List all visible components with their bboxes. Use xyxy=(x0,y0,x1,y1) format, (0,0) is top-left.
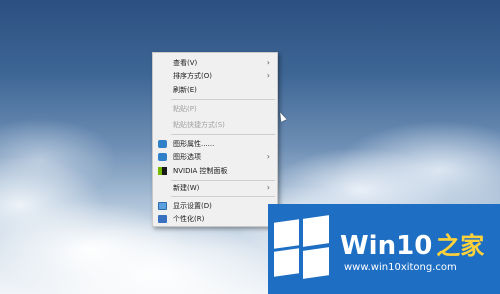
menu-item-label: 排序方式(O) xyxy=(173,72,212,80)
intel-graphics-icon xyxy=(158,153,167,161)
intel-graphics-icon xyxy=(158,140,167,148)
menu-item-label: 个性化(R) xyxy=(173,215,205,223)
menu-item-label: 刷新(E) xyxy=(173,86,197,94)
menu-item-label: 粘贴(P) xyxy=(173,105,197,113)
chevron-right-icon: › xyxy=(266,183,270,192)
menu-separator xyxy=(171,180,275,181)
menu-separator xyxy=(171,99,275,100)
nvidia-icon xyxy=(158,167,167,175)
chevron-right-icon: › xyxy=(266,58,270,67)
menu-separator xyxy=(171,196,275,197)
menu-item-label: 图形选项 xyxy=(173,153,201,161)
menu-item-graphics-properties[interactable]: 图形属性...... xyxy=(153,138,277,150)
menu-item-label: 新建(W) xyxy=(173,184,200,192)
watermark-url: www.win10xitong.com xyxy=(344,262,457,273)
menu-item-graphics-options[interactable]: 图形选项 › xyxy=(153,151,277,163)
desktop-background[interactable]: 查看(V) › 排序方式(O) › 刷新(E) 粘贴(P) 粘贴快捷方式(S) … xyxy=(0,0,500,294)
windows-logo-icon xyxy=(274,215,329,279)
menu-item-new[interactable]: 新建(W) › xyxy=(153,182,277,194)
menu-item-paste-shortcut[interactable]: 粘贴快捷方式(S) xyxy=(153,119,277,131)
menu-item-refresh[interactable]: 刷新(E) xyxy=(153,84,277,96)
menu-item-display-settings[interactable]: 显示设置(D) xyxy=(153,200,277,212)
menu-item-label: 粘贴快捷方式(S) xyxy=(173,121,225,129)
mouse-cursor-icon xyxy=(277,111,287,122)
menu-item-paste[interactable]: 粘贴(P) xyxy=(153,103,277,115)
menu-item-label: 显示设置(D) xyxy=(173,202,212,210)
chevron-right-icon: › xyxy=(266,71,270,80)
watermark-title: Win10 之家 xyxy=(340,226,485,261)
menu-item-view[interactable]: 查看(V) › xyxy=(153,57,277,69)
desktop-context-menu: 查看(V) › 排序方式(O) › 刷新(E) 粘贴(P) 粘贴快捷方式(S) … xyxy=(152,52,278,227)
menu-item-nvidia-control-panel[interactable]: NVIDIA 控制面板 xyxy=(153,165,277,177)
menu-item-sort-by[interactable]: 排序方式(O) › xyxy=(153,70,277,82)
site-watermark: Win10 之家 www.win10xitong.com xyxy=(268,204,500,294)
menu-item-label: 图形属性...... xyxy=(173,140,215,148)
display-icon xyxy=(158,202,167,210)
menu-item-label: NVIDIA 控制面板 xyxy=(173,167,228,175)
watermark-title-accent: 之家 xyxy=(436,232,485,260)
menu-item-personalize[interactable]: 个性化(R) xyxy=(153,213,277,225)
menu-separator xyxy=(171,134,275,135)
chevron-right-icon: › xyxy=(266,152,270,161)
watermark-title-main: Win10 xyxy=(340,231,433,261)
personalize-icon xyxy=(158,215,167,223)
menu-item-label: 查看(V) xyxy=(173,59,198,67)
